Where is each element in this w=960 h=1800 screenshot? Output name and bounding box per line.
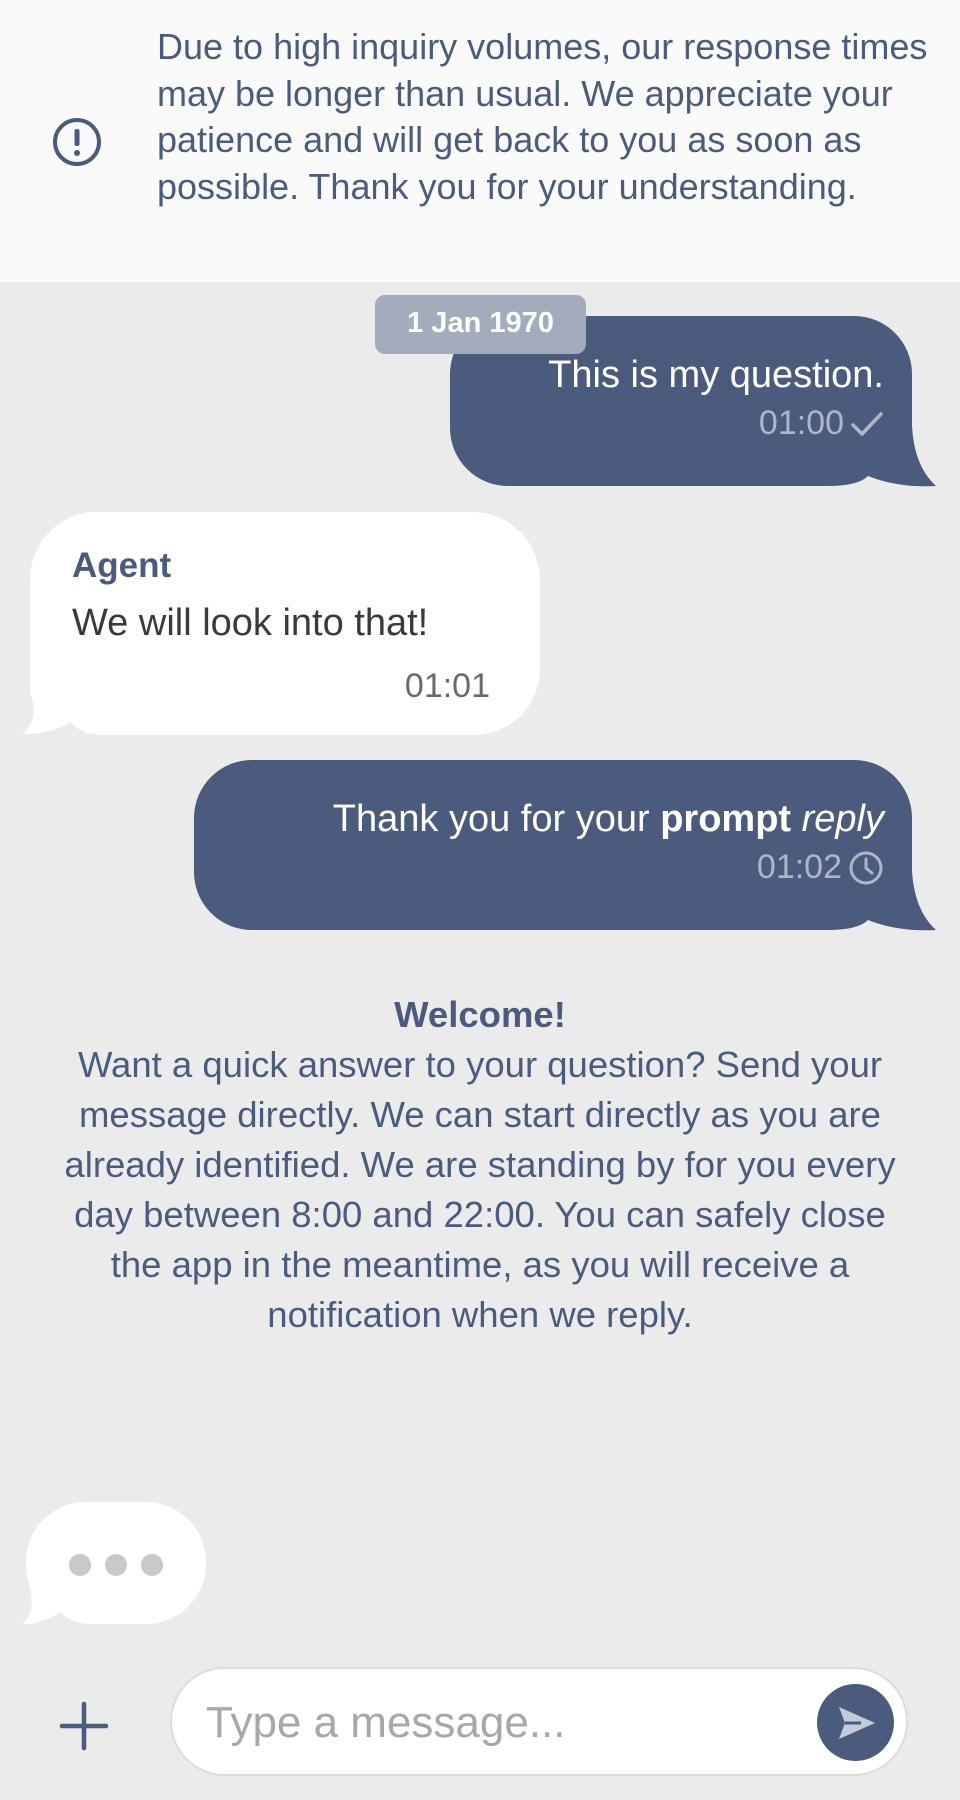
- welcome-message: Welcome! Want a quick answer to your que…: [60, 990, 900, 1340]
- message-text: Thank you for your prompt reply: [333, 798, 884, 841]
- checkmark-icon: [851, 411, 883, 436]
- message-text-space: [791, 798, 802, 840]
- date-badge: 1 Jan 1970: [375, 295, 586, 354]
- exclamation-circle-icon: [53, 118, 101, 166]
- typing-dots-icon: [22, 1502, 206, 1624]
- bubble-background: [194, 760, 936, 931]
- notice-text: Due to high inquiry volumes, our respons…: [157, 26, 928, 207]
- message-text: We will look into that!: [72, 602, 429, 644]
- clock-icon: [849, 851, 883, 884]
- plus-icon[interactable]: [58, 1700, 110, 1752]
- message-text: This is my question.: [548, 354, 884, 396]
- message-input-container[interactable]: [170, 1667, 908, 1776]
- message-time: 01:02: [756, 848, 842, 886]
- message-incoming[interactable]: Agent We will look into that! 01:01: [22, 512, 540, 737]
- message-time: 01:00: [758, 404, 844, 442]
- message-text-plain: Thank you for your: [332, 798, 661, 840]
- message-meta: 01:02: [757, 848, 884, 887]
- message-meta: 01:00: [759, 404, 884, 443]
- message-outgoing[interactable]: Thank you for your prompt reply 01:02: [192, 760, 936, 932]
- message-time: 01:01: [404, 667, 490, 705]
- send-button[interactable]: [817, 1684, 894, 1761]
- welcome-title: Welcome!: [394, 994, 566, 1035]
- message-input[interactable]: [204, 1687, 768, 1759]
- sender-name: Agent: [72, 546, 172, 585]
- message-text-italic: reply: [801, 798, 884, 840]
- send-arrow-icon: [839, 1707, 875, 1739]
- welcome-body: Want a quick answer to your question? Se…: [64, 1044, 896, 1335]
- notice-banner: Due to high inquiry volumes, our respons…: [0, 0, 960, 282]
- message-text-bold: prompt: [660, 798, 792, 840]
